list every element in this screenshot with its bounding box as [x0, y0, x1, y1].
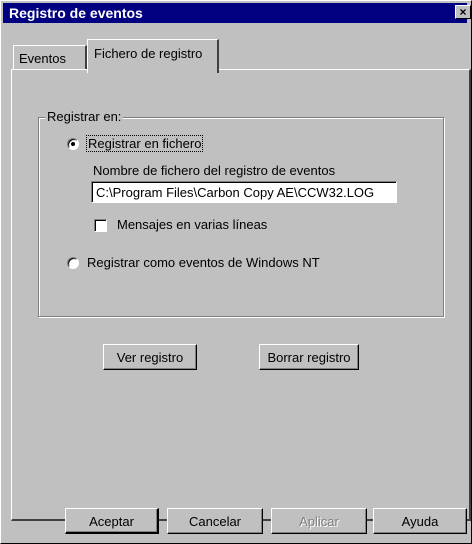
filename-input[interactable]: C:\Program Files\Carbon Copy AE\CCW32.LO… [91, 181, 397, 203]
title-bar[interactable]: Registro de eventos × [3, 3, 471, 23]
tab-eventos[interactable]: Eventos [13, 45, 87, 71]
group-label: Registrar en: [45, 109, 124, 124]
cancel-button[interactable]: Cancelar [167, 508, 263, 534]
view-log-label: Ver registro [116, 350, 184, 365]
cancel-label: Cancelar [188, 514, 242, 529]
tab-fichero-de-registro[interactable]: Fichero de registro [87, 39, 219, 73]
clear-log-button[interactable]: Borrar registro [259, 344, 359, 370]
view-log-button[interactable]: Ver registro [103, 344, 197, 370]
ok-button[interactable]: Aceptar [65, 508, 159, 534]
radio-registrar-en-fichero[interactable] [67, 138, 79, 150]
filename-label: Nombre de fichero del registro de evento… [93, 163, 336, 178]
help-label: Ayuda [401, 514, 439, 529]
ok-label: Aceptar [89, 514, 134, 529]
apply-button[interactable]: Aplicar [271, 508, 367, 534]
clear-log-label: Borrar registro [267, 350, 351, 365]
apply-label: Aplicar [299, 514, 339, 529]
help-button[interactable]: Ayuda [373, 508, 467, 534]
radio-registrar-eventos-nt-label[interactable]: Registrar como eventos de Windows NT [87, 255, 320, 270]
tab-eventos-label: Eventos [19, 51, 66, 66]
radio-selected-dot [71, 142, 75, 146]
radio-registrar-eventos-nt[interactable] [67, 257, 79, 269]
window-title: Registro de eventos [9, 5, 143, 21]
multiline-checkbox[interactable] [94, 219, 107, 232]
dialog-window: Registro de eventos × Eventos Fichero de… [0, 0, 472, 544]
multiline-checkbox-label[interactable]: Mensajes en varias líneas [117, 217, 267, 232]
radio-registrar-en-fichero-label[interactable]: Registrar en fichero [85, 135, 204, 152]
tab-fichero-label: Fichero de registro [94, 46, 203, 61]
close-icon[interactable]: × [455, 5, 471, 19]
